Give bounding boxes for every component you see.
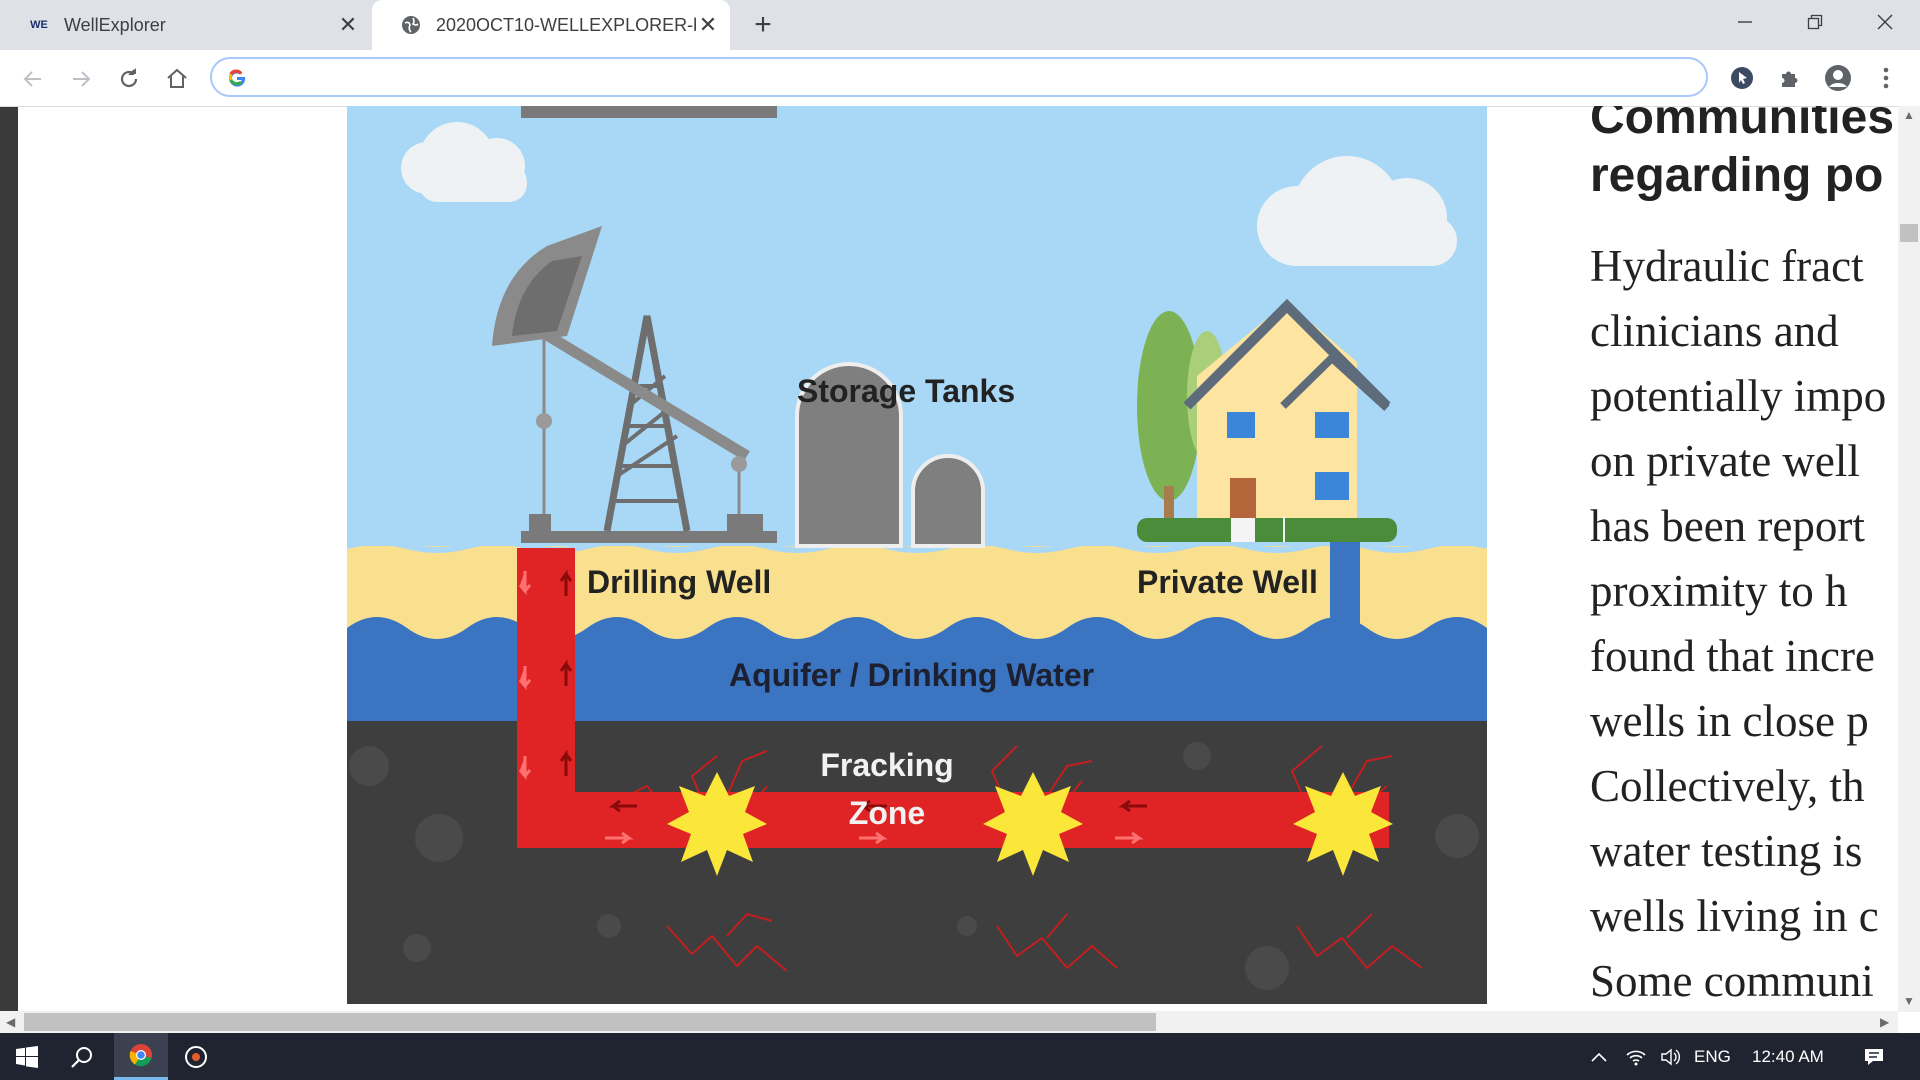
window-close-icon[interactable] (1852, 0, 1918, 44)
article-line: found that incre (1590, 631, 1875, 681)
article-line: wells living in c (1590, 891, 1879, 941)
article-line: on private well (1590, 436, 1860, 486)
scroll-left-icon[interactable]: ◀ (6, 1015, 15, 1029)
wellexplorer-favicon: WE (30, 19, 48, 31)
notifications-icon[interactable] (1854, 1033, 1894, 1080)
article-line: wells in close p (1590, 696, 1869, 746)
vertical-scroll-thumb[interactable] (1900, 224, 1918, 242)
chevron-up-icon[interactable] (1584, 1033, 1614, 1080)
label-fracking-zone-line2: Zone (849, 795, 925, 831)
new-tab-button[interactable]: + (748, 10, 778, 40)
wifi-icon[interactable] (1620, 1033, 1652, 1080)
globe-icon (400, 14, 422, 36)
account-icon[interactable] (1822, 62, 1854, 94)
label-aquifer: Aquifer / Drinking Water (729, 657, 1094, 693)
private-well-pipe (1330, 542, 1360, 628)
chrome-icon[interactable] (114, 1033, 168, 1080)
back-icon[interactable] (18, 64, 48, 94)
tab-wellexplorer-document[interactable]: 2020OCT10-WELLEXPLORER-baa ✕ (372, 0, 730, 50)
volume-icon[interactable] (1656, 1033, 1686, 1080)
forward-icon[interactable] (66, 64, 96, 94)
article-line: Hydraulic fract (1590, 241, 1864, 291)
address-input[interactable] (260, 62, 1684, 94)
horizontal-scroll-thumb[interactable] (24, 1013, 1156, 1031)
article-column: Communities regarding po Hydraulic fract… (1590, 106, 1894, 1011)
scroll-right-icon[interactable]: ▶ (1880, 1015, 1889, 1029)
close-icon[interactable]: ✕ (696, 13, 720, 37)
page-left-gutter (0, 107, 18, 1032)
label-private-well: Private Well (1137, 564, 1318, 600)
language-indicator[interactable]: ENG (1694, 1033, 1731, 1080)
tab-wellexplorer[interactable]: WE WellExplorer ✕ (0, 0, 370, 50)
article-line: has been report (1590, 501, 1865, 551)
home-icon[interactable] (162, 64, 192, 94)
article-line: proximity to h (1590, 566, 1848, 616)
label-storage-tanks: Storage Tanks (797, 373, 1015, 409)
article-heading-line: regarding po (1590, 149, 1884, 202)
media-app-icon[interactable] (172, 1033, 220, 1080)
tab-title: WellExplorer (64, 14, 166, 35)
label-drilling-well: Drilling Well (587, 564, 771, 600)
clock[interactable]: 12:40 AM (1752, 1033, 1824, 1080)
label-fracking-zone-line1: Fracking (820, 747, 953, 783)
extension-cursor-icon[interactable] (1726, 62, 1758, 94)
reload-icon[interactable] (114, 64, 144, 94)
scroll-down-icon[interactable]: ▼ (1903, 994, 1915, 1008)
article-heading-line: Communities (1590, 106, 1894, 144)
article-line: clinicians and (1590, 306, 1839, 356)
menu-icon[interactable] (1870, 62, 1902, 94)
close-icon[interactable]: ✕ (336, 13, 360, 37)
windows-start-icon[interactable] (0, 1033, 54, 1080)
article-line: Collectively, th (1590, 761, 1865, 811)
google-g-icon (226, 66, 248, 94)
article-line: water testing is (1590, 826, 1863, 876)
puzzle-icon[interactable] (1774, 62, 1806, 94)
article-line: Some communi (1590, 956, 1874, 1006)
article-line: potentially impo (1590, 371, 1887, 421)
search-icon[interactable] (58, 1033, 106, 1080)
restore-icon[interactable] (1782, 0, 1848, 44)
article-body: Hydraulic fract clinicians and potential… (1590, 234, 1886, 1011)
minimize-icon[interactable] (1712, 0, 1778, 44)
fracking-diagram: Storage Tanks Drilling Well Private Well… (347, 106, 1487, 1004)
tab-title: 2020OCT10-WELLEXPLORER-baa (436, 14, 696, 35)
scroll-up-icon[interactable]: ▲ (1903, 108, 1915, 122)
